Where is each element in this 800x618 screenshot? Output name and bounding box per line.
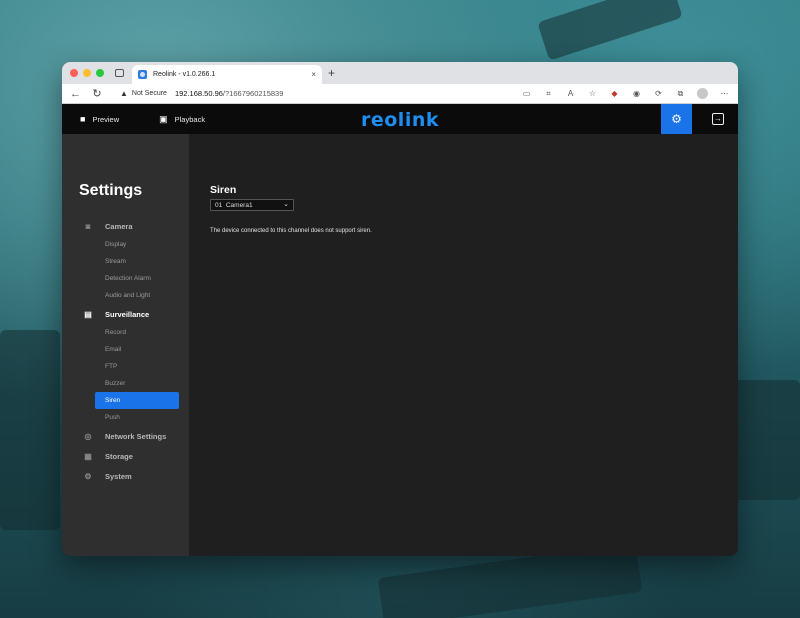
read-aloud-icon[interactable]: A: [565, 89, 576, 98]
sidebar-group-label: Storage: [105, 451, 133, 461]
new-tab-button[interactable]: +: [328, 66, 335, 80]
extension-shield-icon[interactable]: ◆: [609, 89, 620, 98]
playback-label: Playback: [174, 114, 206, 124]
sidebar-item-stream[interactable]: Stream: [62, 253, 189, 270]
security-indicator[interactable]: ▲ Not Secure: [120, 89, 167, 98]
reolink-logo: reolink: [361, 109, 439, 131]
sidebar-item-detection-alarm[interactable]: Detection Alarm: [62, 270, 189, 287]
sidebar-group-camera[interactable]: ◙ Camera: [62, 216, 189, 236]
sidebar-group-label: Surveillance: [105, 309, 150, 319]
warning-triangle-icon: ▲: [120, 89, 128, 98]
unsupported-message: The device connected to this channel doe…: [210, 228, 372, 234]
tab-strip: Reolink - v1.0.266.1 × +: [62, 62, 738, 84]
minimize-window-button[interactable]: [83, 69, 91, 77]
grid-app-icon[interactable]: ⌗: [543, 89, 554, 99]
reader-mode-icon[interactable]: ▭: [521, 89, 532, 98]
chevron-down-icon: ⌄: [283, 201, 289, 208]
profile-avatar-icon[interactable]: [697, 88, 708, 99]
sidebar-item-record[interactable]: Record: [62, 324, 189, 341]
settings-gear-button[interactable]: ⚙: [661, 104, 692, 134]
back-arrow-icon[interactable]: ←: [70, 88, 81, 100]
url-field[interactable]: 192.168.50.96/?1667960215839: [175, 89, 283, 98]
film-icon: ▣: [159, 113, 168, 124]
gear-icon: ⚙: [84, 471, 92, 481]
collections-icon[interactable]: ⧉: [675, 89, 686, 99]
settings-title: Settings: [79, 182, 143, 199]
address-bar: ← ↻ ▲ Not Secure 192.168.50.96/?16679602…: [62, 84, 738, 104]
globe-icon: ◎: [84, 431, 92, 441]
browser-tab[interactable]: Reolink - v1.0.266.1 ×: [132, 65, 322, 84]
tab-title: Reolink - v1.0.266.1: [153, 71, 216, 78]
sidebar-group-surveillance[interactable]: ▤ Surveillance: [62, 304, 189, 324]
gear-icon: ⚙: [671, 112, 682, 126]
url-path: /?1667960215839: [222, 89, 284, 98]
extension-icon[interactable]: ◉: [631, 89, 642, 98]
background-wreck: [0, 330, 60, 530]
sidebar-group-network-settings[interactable]: ◎ Network Settings: [62, 426, 189, 446]
sidebar-item-siren[interactable]: Siren: [95, 392, 179, 409]
sidebar-item-push[interactable]: Push: [62, 409, 189, 426]
tab-overview-icon[interactable]: [115, 69, 124, 77]
preview-label: Preview: [92, 114, 120, 124]
url-host: 192.168.50.96: [174, 89, 223, 98]
video-camera-icon: ■: [80, 114, 86, 124]
page-title: Siren: [210, 184, 237, 196]
favorite-star-icon[interactable]: ☆: [587, 89, 598, 98]
logout-icon: →: [714, 114, 722, 123]
background-wreck: [537, 0, 683, 61]
playback-nav-button[interactable]: ▣ Playback: [159, 114, 205, 125]
sidebar-item-display[interactable]: Display: [62, 236, 189, 253]
window-controls: [70, 69, 104, 77]
channel-select[interactable]: 01 Camera1 ⌄: [210, 199, 294, 211]
tab-close-icon[interactable]: ×: [311, 70, 316, 79]
sidebar-item-ftp[interactable]: FTP: [62, 358, 189, 375]
sidebar-item-email[interactable]: Email: [62, 341, 189, 358]
more-menu-icon[interactable]: ⋯: [719, 89, 730, 98]
monitor-icon: ▤: [84, 309, 92, 319]
settings-sidebar: Settings ◙ Camera Display Stream Detecti…: [62, 134, 189, 556]
sidebar-group-label: Network Settings: [105, 431, 167, 441]
app-navbar: ■ Preview ▣ Playback reolink ⚙ →: [62, 104, 738, 134]
sidebar-item-buzzer[interactable]: Buzzer: [62, 375, 189, 392]
channel-select-value: 01 Camera1: [215, 201, 253, 209]
security-label: Not Secure: [131, 90, 167, 97]
browser-toolbar: ▭ ⌗ A ☆ ◆ ◉ ⟳ ⧉ ⋯: [521, 88, 730, 99]
sidebar-group-storage[interactable]: ▦ Storage: [62, 446, 189, 466]
sidebar-group-label: Camera: [105, 221, 133, 231]
preview-nav-button[interactable]: ■ Preview: [80, 114, 119, 124]
refresh-extension-icon[interactable]: ⟳: [653, 89, 664, 98]
sidebar-group-label: System: [105, 471, 132, 481]
browser-window: Reolink - v1.0.266.1 × + ← ↻ ▲ Not Secur…: [62, 62, 738, 556]
settings-area: Settings ◙ Camera Display Stream Detecti…: [62, 134, 738, 556]
storage-icon: ▦: [84, 451, 92, 461]
logout-button[interactable]: →: [712, 113, 724, 125]
sidebar-item-audio-and-light[interactable]: Audio and Light: [62, 287, 189, 304]
reload-icon[interactable]: ↻: [92, 87, 102, 100]
settings-content: Siren 01 Camera1 ⌄ The device connected …: [189, 134, 738, 556]
reolink-favicon-icon: [138, 70, 147, 79]
sidebar-group-system[interactable]: ⚙ System: [62, 466, 189, 486]
camera-icon: ◙: [85, 221, 91, 231]
maximize-window-button[interactable]: [96, 69, 104, 77]
close-window-button[interactable]: [70, 69, 78, 77]
